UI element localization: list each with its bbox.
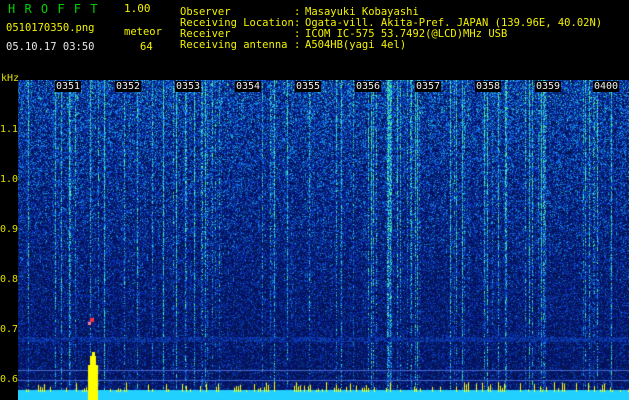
date-time: 05.10.17 03:50 [6,41,95,53]
time-label: 0359 [535,81,562,92]
time-label: 0354 [235,81,262,92]
y-tick-label: 1.0 [0,174,19,185]
info-antenna-label: Receiving antenna [180,39,288,51]
time-label: 0355 [295,81,322,92]
time-label: 0351 [55,81,82,92]
file-name: 0510170350.png [6,22,95,34]
y-tick-label: 0.8 [0,274,19,285]
y-tick-label: 0.9 [0,224,19,235]
meteor-label: meteor [124,26,162,38]
y-tick-label: 0.6 [0,374,19,385]
time-label: 0356 [355,81,382,92]
y-tick-label: 1.1 [0,124,19,135]
spectrogram-display [18,80,629,400]
time-label: 0357 [415,81,442,92]
app-name: H R O F F T [8,2,99,16]
time-label: 0352 [115,81,142,92]
time-label: 0400 [593,81,620,92]
info-antenna-value: A504HB(yagi 4el) [305,39,407,51]
time-label: 0358 [475,81,502,92]
info-antenna-sep: : [294,39,301,51]
meteor-count: 64 [140,41,153,53]
app-version: 1.00 [124,2,151,15]
y-tick-label: 0.7 [0,324,19,335]
y-axis-unit: kHz [1,73,20,84]
time-label: 0353 [175,81,202,92]
